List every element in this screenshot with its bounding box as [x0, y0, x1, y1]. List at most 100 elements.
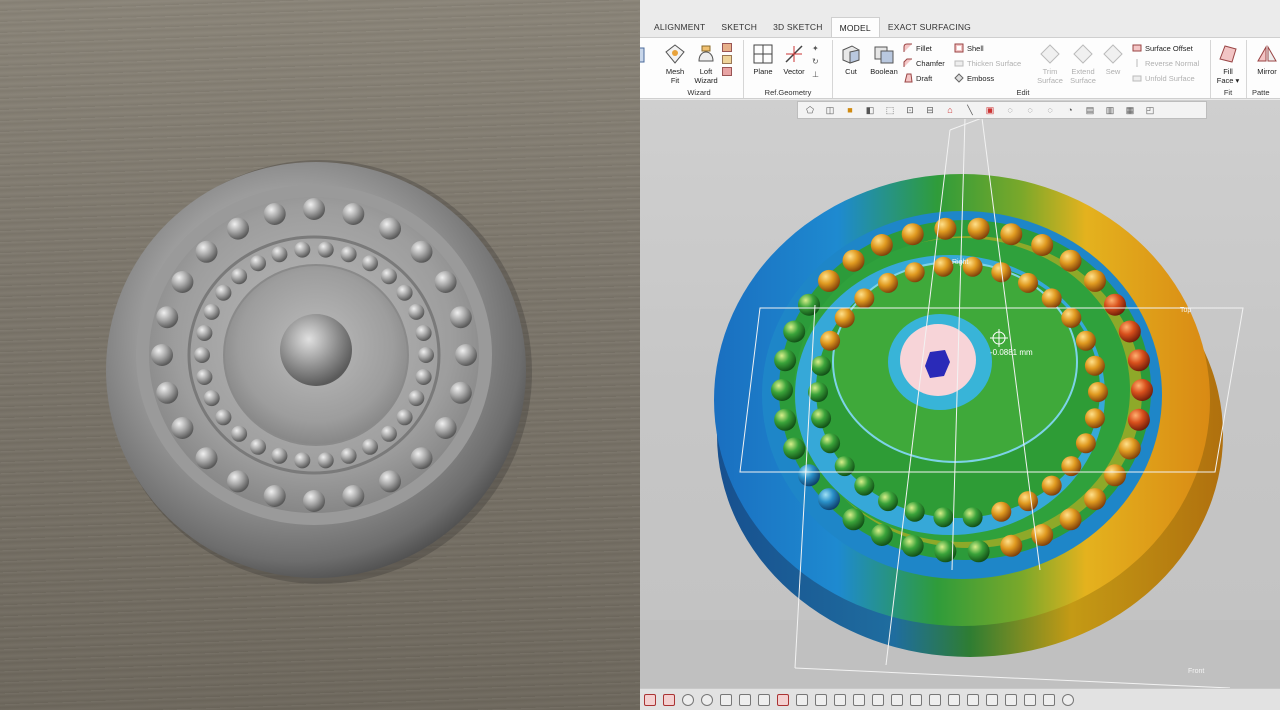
status-tool-6-icon[interactable] — [739, 693, 751, 706]
mirror-button[interactable]: Mirror — [1252, 43, 1280, 76]
trim-surface-button[interactable]: Trim Surface — [1036, 43, 1064, 85]
tab-model[interactable]: MODEL — [830, 17, 880, 37]
section-view-icon[interactable]: ◧ — [862, 103, 878, 117]
status-tool-18-icon[interactable] — [967, 693, 979, 706]
rotate-icon[interactable]: ↻ — [812, 55, 824, 68]
bead — [1031, 234, 1054, 256]
top-plane-label: Top — [1180, 307, 1192, 314]
fill-face-icon — [1219, 45, 1237, 63]
box-view-icon[interactable]: ⬚ — [882, 103, 898, 117]
bead — [415, 325, 432, 341]
filter-8-icon[interactable]: ◰ — [1142, 103, 1158, 117]
bead — [818, 269, 840, 292]
bead — [1018, 272, 1038, 293]
wizard-tool-2-icon[interactable] — [722, 55, 732, 64]
bead — [878, 272, 898, 293]
cut-button[interactable]: Cut — [838, 43, 864, 76]
status-tool-20-icon[interactable] — [1005, 693, 1017, 706]
status-tool-3-icon[interactable] — [682, 693, 694, 706]
boolean-button[interactable]: Boolean — [867, 43, 901, 76]
tab-alignment[interactable]: ALIGNMENT — [646, 17, 713, 37]
filter-1-icon[interactable]: ◌ — [1002, 103, 1018, 117]
bead — [1084, 408, 1105, 429]
wizard-tool-1-icon[interactable] — [722, 43, 732, 52]
ribbon-cutoff-button[interactable] — [640, 44, 648, 68]
bead — [362, 438, 378, 455]
bead — [1084, 488, 1106, 511]
status-tool-13-icon[interactable] — [872, 693, 884, 706]
bead — [1061, 307, 1082, 328]
wizard-tool-3-icon[interactable] — [722, 67, 732, 76]
bead — [418, 347, 434, 363]
status-tool-12-icon[interactable] — [853, 693, 865, 706]
status-tool-14-icon[interactable] — [891, 693, 903, 706]
reverse-normal-button[interactable]: Reverse Normal — [1132, 58, 1199, 68]
loft-wizard-button[interactable]: Loft Wizard — [692, 43, 720, 85]
view-cube-icon[interactable]: ◫ — [822, 103, 838, 117]
bead — [991, 501, 1012, 522]
bead — [811, 408, 832, 429]
3d-viewport[interactable]: Right Top Front -0.0881 mm — [640, 100, 1280, 688]
status-tool-23-icon[interactable] — [1062, 693, 1074, 706]
group-label-pattern: Patte — [1252, 88, 1270, 97]
fill-face-button[interactable]: Fill Face ▾ — [1214, 43, 1242, 85]
status-tool-9-icon[interactable] — [796, 693, 808, 706]
status-tool-2-icon[interactable] — [663, 693, 675, 706]
home-view-icon[interactable]: ⌂ — [942, 103, 958, 117]
tab-sketch[interactable]: SKETCH — [713, 17, 765, 37]
status-tool-4-icon[interactable] — [701, 693, 713, 706]
mesh-fit-button[interactable]: Mesh Fit — [662, 43, 688, 85]
line-tool-icon[interactable]: ╲ — [962, 103, 978, 117]
mirror-icon — [1257, 45, 1277, 62]
bead — [379, 470, 401, 493]
status-tool-22-icon[interactable] — [1043, 693, 1055, 706]
emboss-button[interactable]: Emboss — [954, 73, 994, 83]
status-tool-15-icon[interactable] — [910, 693, 922, 706]
vector-button[interactable]: Vector — [779, 43, 809, 76]
status-tool-1-icon[interactable] — [644, 693, 656, 706]
status-tool-10-icon[interactable] — [815, 693, 827, 706]
bead — [933, 256, 954, 277]
surface-offset-button[interactable]: Surface Offset — [1132, 43, 1193, 53]
split-view-icon[interactable]: ⊟ — [922, 103, 938, 117]
status-tool-11-icon[interactable] — [834, 693, 846, 706]
deviation-color-map[interactable] — [640, 100, 1280, 688]
filter-6-icon[interactable]: ▥ — [1102, 103, 1118, 117]
fillet-button[interactable]: Fillet — [903, 43, 932, 53]
bead — [203, 303, 220, 320]
view-iso-icon[interactable]: ⬠ — [802, 103, 818, 117]
status-tool-21-icon[interactable] — [1024, 693, 1036, 706]
filter-2-icon[interactable]: ◌ — [1022, 103, 1038, 117]
filter-4-icon[interactable]: ◔ — [1062, 103, 1078, 117]
status-tool-16-icon[interactable] — [929, 693, 941, 706]
filter-3-icon[interactable]: ◌ — [1042, 103, 1058, 117]
status-tool-19-icon[interactable] — [986, 693, 998, 706]
status-tool-7-icon[interactable] — [758, 693, 770, 706]
bead — [317, 241, 334, 258]
plane-button[interactable]: Plane — [750, 43, 776, 76]
select-rect-icon[interactable]: ▣ — [982, 103, 998, 117]
status-tool-5-icon[interactable] — [720, 693, 732, 706]
draft-button[interactable]: Draft — [903, 73, 932, 83]
bead — [408, 390, 425, 407]
bead — [901, 223, 924, 246]
bead — [151, 344, 173, 366]
filter-5-icon[interactable]: ▤ — [1082, 103, 1098, 117]
unfold-surface-button[interactable]: Unfold Surface — [1132, 73, 1195, 83]
thicken-surface-button[interactable]: Thicken Surface — [954, 58, 1021, 68]
render-mode-icon[interactable]: ■ — [842, 103, 858, 117]
bead — [798, 293, 820, 316]
point-icon[interactable]: ✦ — [812, 42, 824, 55]
tab-3d-sketch[interactable]: 3D SKETCH — [765, 17, 831, 37]
status-tool-8-icon[interactable] — [777, 693, 789, 706]
tab-exact-surfacing[interactable]: EXACT SURFACING — [880, 17, 979, 37]
shell-button[interactable]: Shell — [954, 43, 984, 53]
plane-view-icon[interactable]: ⊡ — [902, 103, 918, 117]
chamfer-button[interactable]: Chamfer — [903, 58, 945, 68]
extend-surface-button[interactable]: Extend Surface — [1067, 43, 1099, 85]
coordinate-system-icon[interactable]: ⊥ — [812, 68, 824, 81]
sew-button[interactable]: Sew — [1102, 43, 1124, 76]
bead — [408, 303, 425, 320]
status-tool-17-icon[interactable] — [948, 693, 960, 706]
filter-7-icon[interactable]: ▦ — [1122, 103, 1138, 117]
